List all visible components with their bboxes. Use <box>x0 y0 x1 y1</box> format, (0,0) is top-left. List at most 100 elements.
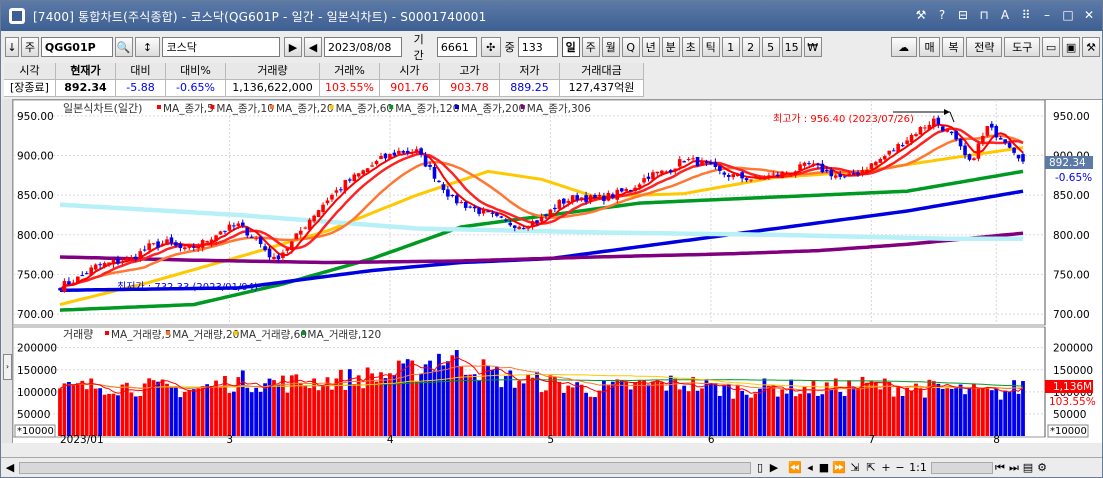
interval-15-button[interactable]: 15 <box>781 37 802 57</box>
tool-icon[interactable]: ⚒ <box>914 7 928 23</box>
zoom-fit-icon[interactable]: ⇱ <box>863 460 879 476</box>
wrench-icon[interactable]: ⚒ <box>1082 37 1100 57</box>
period-second-button[interactable]: 초 <box>681 37 700 57</box>
volume-bar <box>343 389 348 436</box>
volume-bar <box>695 390 700 436</box>
rewind-icon[interactable]: ⏪ <box>787 460 803 476</box>
layout-icon[interactable]: ⊟ <box>956 7 970 23</box>
volume-bar <box>312 378 317 436</box>
table-icon[interactable]: ▤ <box>1021 460 1035 476</box>
prev-button[interactable]: ◀ <box>304 37 322 57</box>
maximize-icon[interactable]: □ <box>1061 7 1075 23</box>
candle-body <box>539 217 544 222</box>
candle-body <box>84 273 89 275</box>
candle-body <box>972 158 976 161</box>
period-week-button[interactable]: 주 <box>581 37 600 57</box>
volume-bar <box>517 381 522 436</box>
scroll-left-icon[interactable]: ◀ <box>3 460 17 476</box>
ratio-label[interactable]: 1:1 <box>907 460 929 476</box>
close-icon[interactable]: ✕ <box>1082 7 1096 23</box>
count-input[interactable]: 133 <box>517 37 558 57</box>
window-title: [7400] 통합차트(주식종합) - 코스닥(QG601P - 일간 - 일본… <box>33 9 487 24</box>
minimize-icon[interactable]: – <box>1040 7 1054 23</box>
strategy-button[interactable]: 전략 <box>966 37 1003 57</box>
candle-body <box>495 213 499 216</box>
help-icon[interactable]: ? <box>935 7 949 23</box>
search-icon[interactable]: 🔍 <box>114 37 133 57</box>
interval-5-button[interactable]: 5 <box>761 37 780 57</box>
chart-window: [7400] 통합차트(주식종합) - 코스닥(QG601P - 일간 - 일본… <box>0 0 1103 478</box>
fast-forward-icon[interactable]: ⏩ <box>831 460 847 476</box>
trade-button[interactable]: 매 <box>918 37 941 57</box>
price-chart-title: 일본식차트(일간) <box>63 101 142 115</box>
scroll-thumb-icon[interactable]: ▯ <box>753 460 767 476</box>
candle-body <box>753 176 758 178</box>
save-icon[interactable]: ▣ <box>1062 37 1081 57</box>
scale-icon[interactable]: ⇲ <box>847 460 863 476</box>
volume-bar <box>548 375 553 436</box>
down-arrow-button[interactable]: ↓ <box>5 37 19 57</box>
volume-bar <box>869 381 874 436</box>
sort-icon[interactable]: ↕ <box>134 37 161 57</box>
volume-tick-label: 150000 <box>1053 365 1093 377</box>
period-input[interactable]: 6661 <box>436 37 477 57</box>
zoom-in-icon[interactable]: + <box>879 460 893 476</box>
volume-bar <box>615 379 620 436</box>
grid-icon[interactable]: ⠿ <box>1019 7 1033 23</box>
candle-body <box>343 180 348 191</box>
next-button[interactable]: ▶ <box>284 37 302 57</box>
period-quarter-button[interactable]: Q <box>621 37 640 57</box>
panel-expand-handle[interactable]: › <box>3 354 12 380</box>
folder-icon[interactable]: ▭ <box>1042 37 1061 57</box>
candle-body <box>365 168 370 173</box>
interval-2-button[interactable]: 2 <box>741 37 760 57</box>
font-icon[interactable]: A <box>998 7 1012 23</box>
period-year-button[interactable]: 년 <box>641 37 660 57</box>
candle-body <box>205 241 209 243</box>
candle-body <box>642 178 646 183</box>
period-day-button[interactable]: 일 <box>561 37 580 57</box>
volume-bar <box>285 392 290 436</box>
date-input[interactable]: 2023/08/08 <box>323 37 402 57</box>
candle-body <box>330 194 334 200</box>
first-page-icon[interactable]: ⏮ <box>993 460 1007 476</box>
volume-bar <box>829 390 834 436</box>
won-button[interactable]: ₩ <box>803 37 822 57</box>
volume-bar <box>931 381 936 436</box>
name-input[interactable]: 코스닥 <box>162 37 281 57</box>
interval-1-button[interactable]: 1 <box>721 37 740 57</box>
cloud-icon[interactable]: ☁ <box>890 37 917 57</box>
candle-body <box>869 163 874 169</box>
zoom-out-icon[interactable]: − <box>893 460 907 476</box>
candle-body <box>321 204 325 213</box>
stop-icon[interactable]: ■ <box>817 460 831 476</box>
settings-icon[interactable]: ⚙ <box>1035 460 1049 476</box>
period-month-button[interactable]: 월 <box>601 37 620 57</box>
chart-svg[interactable]: 950.00950.00900.00900.00850.00850.00800.… <box>13 100 1102 444</box>
quote-value-row: [장종료] 892.34 -5.88 -0.65% 1,136,622,000 … <box>4 80 644 97</box>
period-minute-button[interactable]: 분 <box>661 37 680 57</box>
zoom-slider[interactable] <box>931 461 993 474</box>
volume-bar <box>579 384 584 436</box>
volume-bar <box>802 386 807 436</box>
candle-body <box>120 261 125 263</box>
copy-button[interactable]: 복 <box>942 37 965 57</box>
volume-bar <box>838 391 843 436</box>
prev-frame-icon[interactable]: ◂ <box>803 460 817 476</box>
scroll-right-icon[interactable]: ▶ <box>767 460 781 476</box>
candle-body <box>740 172 744 179</box>
scroll-track[interactable] <box>19 461 751 474</box>
tools-button[interactable]: 도구 <box>1004 37 1041 57</box>
link-icon[interactable]: ✣ <box>480 37 501 57</box>
code-input[interactable]: QGG01P <box>40 37 113 57</box>
pin-icon[interactable]: ⊓ <box>977 7 991 23</box>
last-page-icon[interactable]: ⏭ <box>1007 460 1021 476</box>
volume-bar <box>84 389 89 436</box>
volume-bar <box>227 392 232 436</box>
chart-area[interactable]: 950.00950.00900.00900.00850.00850.00800.… <box>13 99 1102 444</box>
period-tick-button[interactable]: 틱 <box>701 37 720 57</box>
stock-type-button[interactable]: 주 <box>20 37 39 57</box>
volume-bar <box>539 392 544 436</box>
volume-bar <box>633 381 638 436</box>
candle-body <box>856 172 860 175</box>
